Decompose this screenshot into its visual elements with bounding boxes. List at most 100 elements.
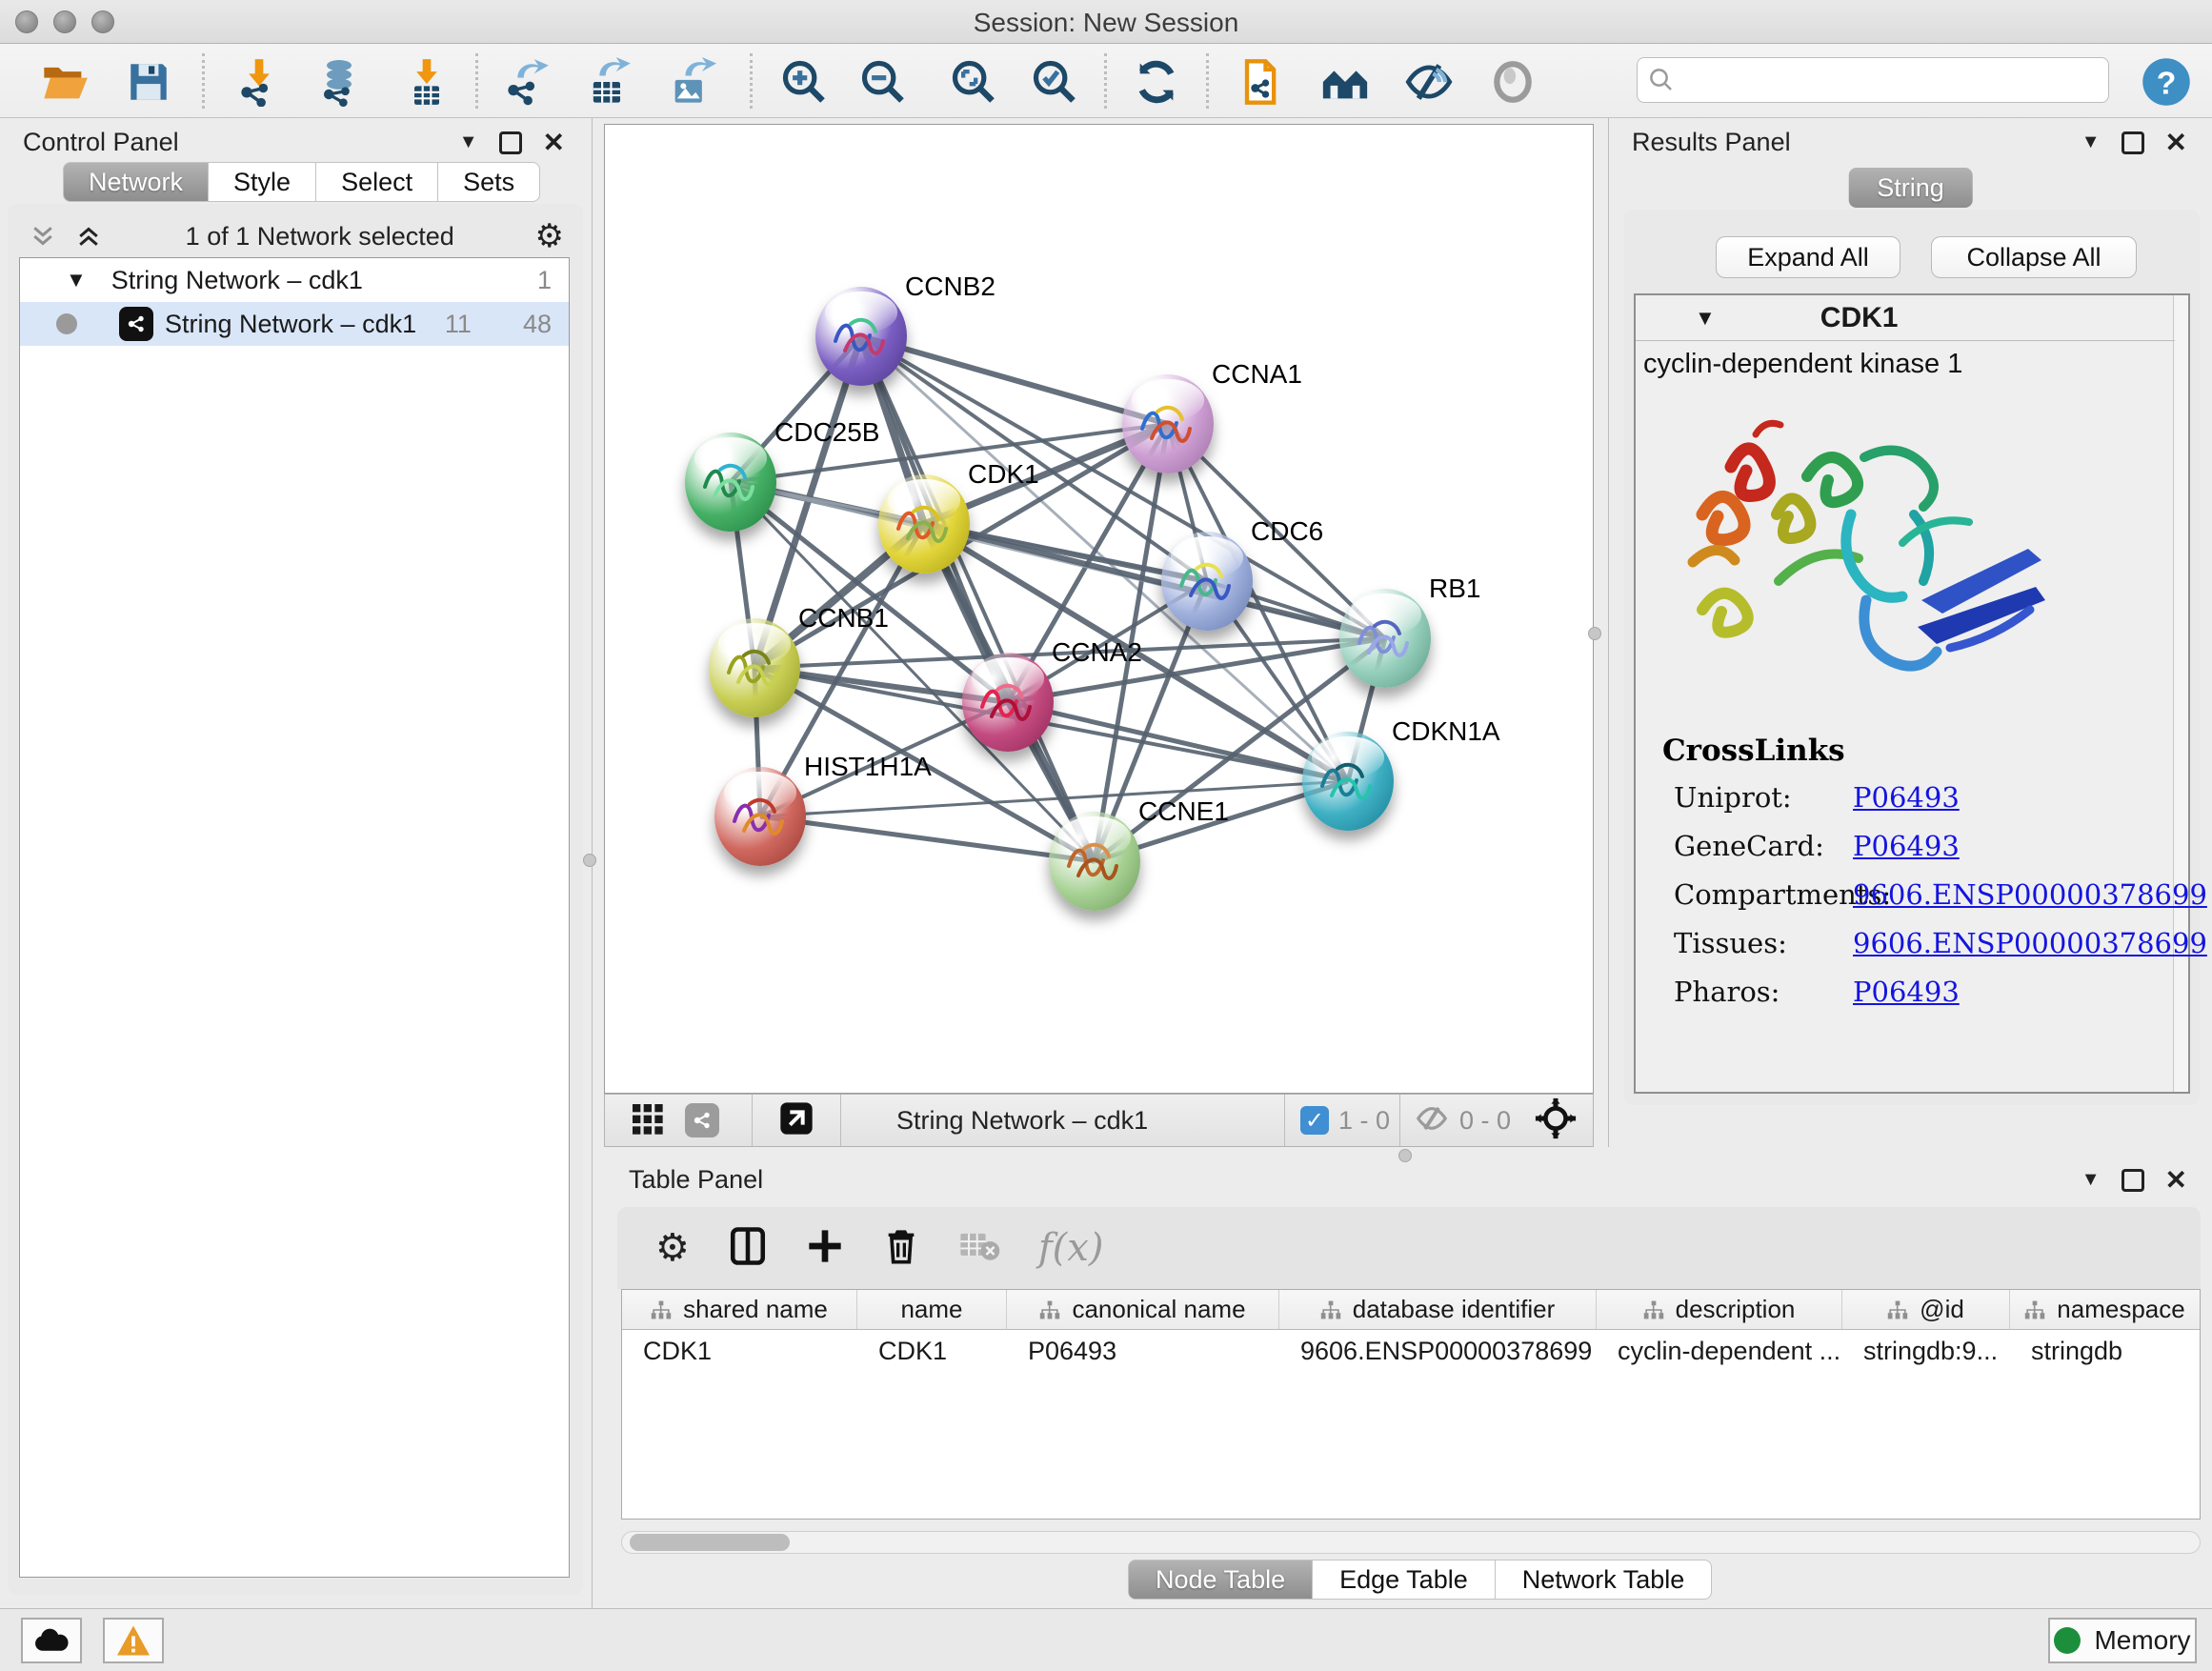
column-header-database-identifier[interactable]: database identifier <box>1279 1290 1597 1329</box>
network-node-hist1h1a[interactable] <box>714 767 806 866</box>
network-node-ccnb1[interactable] <box>709 618 800 717</box>
import-network-file-icon[interactable] <box>232 55 286 109</box>
column-header-namespace[interactable]: namespace <box>2010 1290 2201 1329</box>
table-cell[interactable]: cyclin-dependent ... <box>1597 1330 1842 1372</box>
selected-nodes-checkbox-icon[interactable]: ✓ <box>1300 1106 1329 1135</box>
show-all-eye-icon[interactable] <box>1486 55 1539 109</box>
open-file-icon[interactable] <box>38 55 91 109</box>
column-header-canonical-name[interactable]: canonical name <box>1007 1290 1279 1329</box>
create-column-plus-icon[interactable] <box>806 1227 844 1270</box>
network-canvas[interactable]: CCNB2 CCNA1 CDC25B CDK1 CDC6 RB1 CCNB1 C… <box>604 124 1594 1094</box>
birds-eye-view-icon[interactable] <box>628 1099 666 1142</box>
delete-column-trash-icon[interactable] <box>882 1225 920 1272</box>
first-neighbors-icon[interactable] <box>1318 55 1372 109</box>
table-panel-menu-icon[interactable]: ▼ <box>2081 1169 2101 1191</box>
network-node-ccne1[interactable] <box>1049 812 1140 911</box>
gene-collapse-triangle-icon[interactable]: ▼ <box>1695 306 1716 331</box>
network-edge[interactable] <box>861 336 1095 861</box>
expand-all-chevron-icon[interactable] <box>27 222 59 251</box>
hidden-eye-slash-icon[interactable] <box>1414 1100 1450 1141</box>
control-panel-menu-icon[interactable]: ▼ <box>459 131 478 153</box>
results-panel-menu-icon[interactable]: ▼ <box>2081 131 2101 153</box>
cloud-status-button[interactable] <box>21 1618 82 1663</box>
network-collection-row[interactable]: ▼ String Network – cdk1 1 <box>20 258 569 302</box>
warning-status-button[interactable] <box>103 1618 164 1663</box>
table-panel-splitter-handle[interactable] <box>1398 1149 1412 1162</box>
export-image-icon[interactable] <box>665 55 718 109</box>
node-table[interactable]: shared namenamecanonical namedatabase id… <box>621 1289 2201 1520</box>
column-header--id[interactable]: @id <box>1842 1290 2010 1329</box>
open-in-window-icon[interactable] <box>777 1099 815 1142</box>
column-header-name[interactable]: name <box>857 1290 1007 1329</box>
network-options-gear-icon[interactable]: ⚙ <box>535 217 564 255</box>
export-table-icon[interactable] <box>581 55 634 109</box>
table-cell[interactable]: CDK1 <box>622 1330 857 1372</box>
network-node-ccna2[interactable] <box>962 653 1054 752</box>
zoom-fit-icon[interactable] <box>947 55 1000 109</box>
expand-all-button[interactable]: Expand All <box>1716 236 1900 278</box>
crosslink-link[interactable]: P06493 <box>1853 830 1960 862</box>
results-panel-splitter-handle[interactable] <box>1588 627 1601 640</box>
tab-network[interactable]: Network <box>63 162 209 202</box>
network-row[interactable]: String Network – cdk1 11 48 <box>20 302 569 346</box>
pan-crosshair-icon[interactable] <box>1534 1097 1578 1145</box>
zoom-selected-icon[interactable] <box>1028 55 1081 109</box>
control-panel-splitter-handle[interactable] <box>583 854 596 867</box>
network-node-cdc25b[interactable] <box>685 433 776 532</box>
table-cell[interactable]: stringdb:9... <box>1842 1330 2010 1372</box>
table-cell[interactable]: P06493 <box>1007 1330 1279 1372</box>
scrollbar-thumb[interactable] <box>630 1534 790 1551</box>
network-node-ccnb2[interactable] <box>815 287 907 386</box>
tab-string[interactable]: String <box>1848 168 1973 208</box>
import-table-icon[interactable] <box>400 55 453 109</box>
export-network-icon[interactable] <box>499 55 553 109</box>
network-node-cdk1[interactable] <box>878 474 970 574</box>
tab-network-table[interactable]: Network Table <box>1496 1560 1713 1600</box>
table-panel-float-icon[interactable] <box>2122 1169 2144 1192</box>
hide-selected-eye-slash-icon[interactable] <box>1402 55 1456 109</box>
table-cell[interactable]: CDK1 <box>857 1330 1007 1372</box>
table-options-gear-icon[interactable]: ⚙ <box>655 1226 690 1270</box>
network-node-cdc6[interactable] <box>1161 532 1253 631</box>
tab-style[interactable]: Style <box>209 162 316 202</box>
table-panel-close-icon[interactable]: ✕ <box>2165 1169 2187 1192</box>
table-row[interactable]: CDK1CDK1P064939606.ENSP00000378699cyclin… <box>622 1330 2200 1372</box>
import-network-database-icon[interactable] <box>312 55 366 109</box>
memory-button[interactable]: Memory <box>2048 1618 2197 1663</box>
network-node-ccna1[interactable] <box>1122 374 1214 473</box>
table-cell[interactable]: stringdb <box>2010 1330 2201 1372</box>
crosslink-link[interactable]: P06493 <box>1853 976 1960 1008</box>
table-cell[interactable]: 9606.ENSP00000378699 <box>1279 1330 1597 1372</box>
refresh-layout-icon[interactable] <box>1130 55 1183 109</box>
control-panel-close-icon[interactable]: ✕ <box>543 131 565 154</box>
zoom-out-icon[interactable] <box>856 55 910 109</box>
column-header-description[interactable]: description <box>1597 1290 1842 1329</box>
save-session-icon[interactable] <box>122 55 175 109</box>
collection-expand-triangle-icon[interactable]: ▼ <box>66 268 87 292</box>
collapse-all-button[interactable]: Collapse All <box>1931 236 2137 278</box>
gene-section-header[interactable]: ▼ CDK1 <box>1636 295 2175 341</box>
network-edge[interactable] <box>1008 702 1348 781</box>
string-results-scroll-area[interactable]: ▼ CDK1 cyclin-dependent kinase 1 <box>1634 293 2190 1094</box>
crosslink-link[interactable]: 9606.ENSP00000378699 <box>1853 878 2207 911</box>
network-node-cdkn1a[interactable] <box>1302 732 1394 831</box>
string-import-document-icon[interactable] <box>1233 55 1286 109</box>
tab-node-table[interactable]: Node Table <box>1128 1560 1313 1600</box>
search-input[interactable] <box>1676 66 2085 95</box>
tab-select[interactable]: Select <box>316 162 438 202</box>
table-horizontal-scrollbar[interactable] <box>621 1531 2201 1554</box>
tab-sets[interactable]: Sets <box>438 162 540 202</box>
zoom-in-icon[interactable] <box>777 55 831 109</box>
network-node-rb1[interactable] <box>1339 589 1431 688</box>
show-columns-icon[interactable] <box>728 1225 768 1272</box>
crosslink-link[interactable]: P06493 <box>1853 781 1960 814</box>
crosslink-link[interactable]: 9606.ENSP00000378699 <box>1853 927 2207 959</box>
control-panel-float-icon[interactable] <box>499 131 522 154</box>
results-panel-close-icon[interactable]: ✕ <box>2165 131 2187 154</box>
collapse-all-chevron-icon[interactable] <box>72 222 105 251</box>
column-header-shared-name[interactable]: shared name <box>622 1290 857 1329</box>
network-edge[interactable] <box>760 816 1095 861</box>
results-panel-float-icon[interactable] <box>2122 131 2144 154</box>
tab-edge-table[interactable]: Edge Table <box>1313 1560 1496 1600</box>
help-icon[interactable]: ? <box>2140 55 2193 109</box>
